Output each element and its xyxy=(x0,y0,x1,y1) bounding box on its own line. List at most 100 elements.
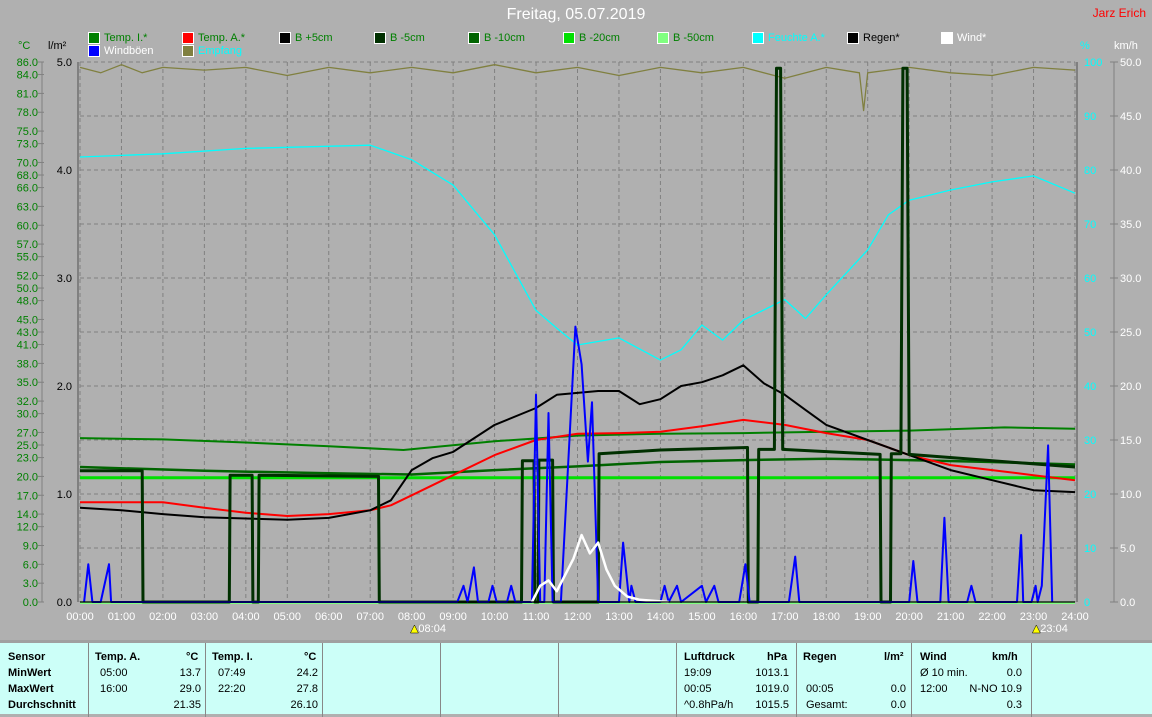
wind-tick-label: 10.0 xyxy=(1120,489,1141,501)
celsius-tick-label: 20.0 xyxy=(17,471,38,483)
wind-tick-label: 40.0 xyxy=(1120,165,1141,177)
celsius-tick-label: 63.0 xyxy=(17,201,38,213)
wind-tick-label: 45.0 xyxy=(1120,111,1141,123)
celsius-tick-label: 43.0 xyxy=(17,327,38,339)
sunrise-marker-label: 08:04 xyxy=(418,623,446,635)
header-pressure: Luftdruck xyxy=(684,651,735,663)
table-cell-ti-val: 24.2 xyxy=(296,667,318,679)
humidity-tick-label: 0 xyxy=(1084,597,1090,609)
humidity-tick-label: 30 xyxy=(1084,435,1096,447)
table-cell-ta-time: 05:00 xyxy=(100,667,128,679)
hour-tick-label: 14:00 xyxy=(647,611,675,623)
hour-tick-label: 18:00 xyxy=(812,611,840,623)
hour-tick-label: 00:00 xyxy=(66,611,94,623)
header-temp-i-unit: °C xyxy=(304,651,317,663)
table-cell-label: Durchschnitt xyxy=(8,699,76,711)
rain-tick-label: 5.0 xyxy=(57,57,72,69)
celsius-tick-label: 30.0 xyxy=(17,409,38,421)
table-cell-r-time: 00:05 xyxy=(806,683,834,695)
hour-tick-label: 15:00 xyxy=(688,611,716,623)
celsius-tick-label: 86.0 xyxy=(17,57,38,69)
celsius-tick-label: 38.0 xyxy=(17,358,38,370)
chart-plot: 86.084.0 81.0 78.0 75.073.0 70.068.066.0 63.0… xyxy=(17,57,1142,635)
celsius-tick-label: 81.0 xyxy=(17,88,38,100)
hour-tick-label: 02:00 xyxy=(149,611,177,623)
table-cell-p-val: 1013.1 xyxy=(755,667,789,679)
table-cell-w-val: N-NO 10.9 xyxy=(969,683,1022,695)
table-cell-label: MinWert xyxy=(8,667,52,679)
hour-tick-label: 10:00 xyxy=(481,611,509,623)
table-cell-r-time: Gesamt: xyxy=(806,699,848,711)
humidity-tick-label: 100 xyxy=(1084,57,1102,69)
celsius-tick-label: 14.0 xyxy=(17,509,38,521)
wind-tick-label: 15.0 xyxy=(1120,435,1141,447)
table-cell-ta-val: 21.35 xyxy=(173,699,201,711)
header-sensor: Sensor xyxy=(8,651,46,663)
hour-tick-label: 22:00 xyxy=(978,611,1006,623)
hour-tick-label: 11:00 xyxy=(523,611,550,623)
header-temp-a: Temp. A. xyxy=(95,651,141,663)
header-rain: Regen xyxy=(803,651,837,663)
hour-tick-label: 21:00 xyxy=(937,611,965,623)
hour-tick-label: 23:00 xyxy=(1020,611,1048,623)
humidity-tick-label: 20 xyxy=(1084,489,1096,501)
table-cell-w-val: 0.3 xyxy=(1006,699,1022,711)
wind-tick-label: 25.0 xyxy=(1120,327,1141,339)
rain-tick-label: 4.0 xyxy=(57,165,72,177)
sunset-marker-icon xyxy=(1031,624,1041,634)
humidity-tick-label: 40 xyxy=(1084,381,1096,393)
sunrise-marker-icon xyxy=(410,624,419,634)
celsius-tick-label: 55.0 xyxy=(17,252,38,264)
stats-table: Sensor Temp. A. °C Temp. I. °C Luftdruck… xyxy=(0,640,1152,717)
hour-tick-label: 07:00 xyxy=(356,611,384,623)
celsius-tick-label: 6.0 xyxy=(23,559,38,571)
celsius-tick-label: 23.0 xyxy=(17,453,38,465)
celsius-tick-label: 52.0 xyxy=(17,270,38,282)
table-cell-label: MaxWert xyxy=(8,683,54,695)
header-temp-a-unit: °C xyxy=(186,651,199,663)
table-cell-ta-time: 16:00 xyxy=(100,683,128,695)
celsius-tick-label: 75.0 xyxy=(17,126,38,138)
hour-tick-label: 09:00 xyxy=(439,611,467,623)
header-wind-unit: km/h xyxy=(992,651,1018,663)
celsius-tick-label: 84.0 xyxy=(17,70,38,82)
table-cell-p-time: ^0.8hPa/h xyxy=(684,699,734,711)
humidity-tick-label: 10 xyxy=(1084,543,1096,555)
celsius-tick-label: 32.0 xyxy=(17,396,38,408)
table-cell-ti-val: 27.8 xyxy=(296,683,318,695)
hour-tick-label: 01:00 xyxy=(108,611,136,623)
sunset-marker-label: 23:04 xyxy=(1040,623,1068,635)
rain-tick-label: 1.0 xyxy=(57,489,72,501)
rain-tick-label: 0.0 xyxy=(57,597,72,609)
celsius-tick-label: 73.0 xyxy=(17,139,38,151)
hour-tick-label: 17:00 xyxy=(771,611,799,623)
humidity-tick-label: 90 xyxy=(1084,111,1096,123)
celsius-tick-label: 60.0 xyxy=(17,220,38,232)
celsius-tick-label: 35.0 xyxy=(17,377,38,389)
celsius-tick-label: 17.0 xyxy=(17,490,38,502)
hour-tick-label: 03:00 xyxy=(191,611,219,623)
hour-tick-label: 19:00 xyxy=(854,611,882,623)
humidity-tick-label: 50 xyxy=(1084,327,1096,339)
table-cell-ti-time: 22:20 xyxy=(218,683,246,695)
hour-tick-label: 16:00 xyxy=(730,611,758,623)
header-pressure-unit: hPa xyxy=(767,651,788,663)
wind-tick-label: 20.0 xyxy=(1120,381,1141,393)
table-cell-ti-val: 26.10 xyxy=(290,699,318,711)
hour-tick-label: 20:00 xyxy=(895,611,923,623)
header-temp-i: Temp. I. xyxy=(212,651,253,663)
hour-tick-label: 08:00 xyxy=(398,611,426,623)
celsius-tick-label: 25.0 xyxy=(17,440,38,452)
table-cell-w-time: Ø 10 min. xyxy=(920,667,968,679)
celsius-tick-label: 0.0 xyxy=(23,597,38,609)
table-cell-r-val: 0.0 xyxy=(890,683,906,695)
table-cell-w-time: 12:00 xyxy=(920,683,948,695)
celsius-tick-label: 41.0 xyxy=(17,340,38,352)
celsius-tick-label: 3.0 xyxy=(23,578,38,590)
celsius-tick-label: 48.0 xyxy=(17,296,38,308)
rain-tick-label: 2.0 xyxy=(57,381,72,393)
wind-tick-label: 30.0 xyxy=(1120,273,1141,285)
hour-tick-label: 13:00 xyxy=(605,611,633,623)
celsius-tick-label: 78.0 xyxy=(17,107,38,119)
hour-tick-label: 05:00 xyxy=(274,611,302,623)
